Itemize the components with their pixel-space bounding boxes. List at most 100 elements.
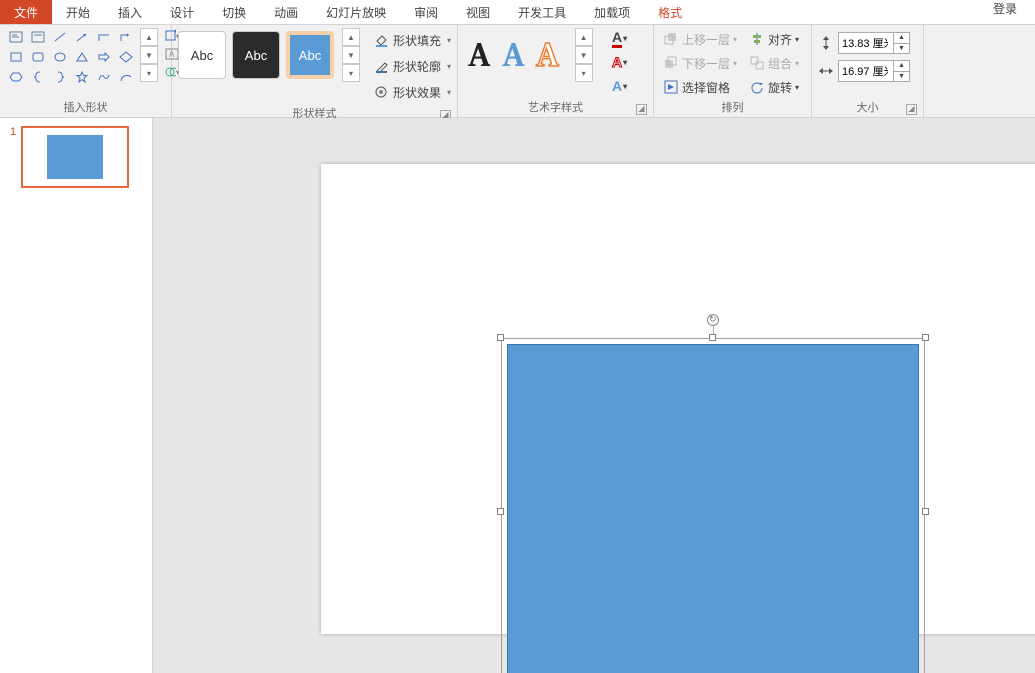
style-preset-3[interactable]: Abc — [286, 31, 334, 79]
rotate-button[interactable]: 旋转▾ — [746, 76, 802, 98]
shape-gallery[interactable] — [6, 28, 136, 86]
gallery-up-button[interactable]: ▲ — [140, 28, 158, 46]
shape-hex-icon[interactable] — [6, 68, 26, 86]
thumb-number: 1 — [10, 126, 16, 188]
wordart-gallery-down[interactable]: ▼ — [575, 46, 593, 64]
style-gallery-up[interactable]: ▲ — [342, 28, 360, 46]
size-launcher[interactable]: ◢ — [906, 104, 917, 115]
shape-rect-icon[interactable] — [6, 48, 26, 66]
group-size: ▲▼ ▲▼ 大小◢ — [812, 25, 924, 117]
shape-outline-button[interactable]: 形状轮廓▾ — [370, 54, 454, 78]
wordart-gallery-up[interactable]: ▲ — [575, 28, 593, 46]
tab-insert[interactable]: 插入 — [104, 0, 156, 24]
send-backward-button[interactable]: 下移一层▾ — [660, 52, 740, 74]
group-wordart: A A A ▲ ▼ ▾ A▾ A▾ A▾ 艺术字样式 ◢ — [458, 25, 654, 117]
wordart-preset-1[interactable]: A — [468, 31, 490, 79]
shape-elbow-arrow-icon[interactable] — [116, 28, 136, 46]
shape-oval-icon[interactable] — [50, 48, 70, 66]
tab-review[interactable]: 审阅 — [400, 0, 452, 24]
shape-freeform-icon[interactable] — [94, 68, 114, 86]
handle-middle-right[interactable] — [922, 508, 929, 515]
width-field[interactable] — [839, 61, 891, 81]
outline-pen-icon — [373, 58, 389, 74]
shape-diamond-icon[interactable] — [116, 48, 136, 66]
tab-view[interactable]: 视图 — [452, 0, 504, 24]
shape-arrow-line-icon[interactable] — [72, 28, 92, 46]
tab-slideshow[interactable]: 幻灯片放映 — [312, 0, 400, 24]
height-down[interactable]: ▼ — [894, 44, 909, 54]
group-title-shapes: 插入形状 — [6, 98, 165, 116]
height-up[interactable]: ▲ — [894, 33, 909, 44]
handle-middle-left[interactable] — [497, 508, 504, 515]
wordart-preset-3[interactable]: A — [536, 31, 558, 79]
text-fill-button[interactable]: A▾ — [609, 28, 631, 48]
shape-arc-icon[interactable] — [116, 68, 136, 86]
bring-forward-button[interactable]: 上移一层▾ — [660, 28, 740, 50]
tab-animation[interactable]: 动画 — [260, 0, 312, 24]
gallery-down-button[interactable]: ▼ — [140, 46, 158, 64]
slide-thumbnail-1[interactable]: 1 — [10, 126, 142, 188]
canvas-area[interactable] — [153, 118, 1035, 673]
rotate-handle[interactable] — [707, 314, 719, 326]
shape-lbrace-icon[interactable] — [28, 68, 48, 86]
group-icon — [749, 55, 765, 71]
rectangle-shape[interactable] — [507, 344, 919, 673]
login-link[interactable]: 登录 — [979, 0, 1031, 17]
height-field[interactable] — [839, 33, 891, 53]
shape-elbow-icon[interactable] — [94, 28, 114, 46]
tab-transition[interactable]: 切换 — [208, 0, 260, 24]
shape-star-icon[interactable] — [72, 68, 92, 86]
group-objects-button[interactable]: 组合▾ — [746, 52, 802, 74]
shape-textbox-icon[interactable] — [6, 28, 26, 46]
bring-forward-label: 上移一层 — [682, 31, 730, 48]
group-title-wordart: 艺术字样式 — [528, 102, 583, 114]
align-button[interactable]: 对齐▾ — [746, 28, 802, 50]
width-input[interactable]: ▲▼ — [838, 60, 910, 82]
shape-roundrect-icon[interactable] — [28, 48, 48, 66]
style-preset-1[interactable]: Abc — [178, 31, 226, 79]
shape-arrow-right-icon[interactable] — [94, 48, 114, 66]
gallery-more-button[interactable]: ▾ — [140, 64, 158, 82]
wordart-launcher[interactable]: ◢ — [636, 104, 647, 115]
selected-shape-container[interactable] — [501, 338, 925, 673]
width-down[interactable]: ▼ — [894, 72, 909, 82]
handle-top-left[interactable] — [497, 334, 504, 341]
ribbon: ▲ ▼ ▾ ▾ A ▾ 插入形状 Abc Abc Abc ▲ ▼ ▾ — [0, 25, 1035, 118]
send-backward-label: 下移一层 — [682, 55, 730, 72]
thumb-preview[interactable] — [21, 126, 129, 188]
tab-design[interactable]: 设计 — [156, 0, 208, 24]
text-effects-button[interactable]: A▾ — [609, 76, 631, 96]
thumbnail-pane[interactable]: 1 — [0, 118, 153, 673]
style-gallery-more[interactable]: ▾ — [342, 64, 360, 82]
tab-format[interactable]: 格式 — [644, 0, 696, 24]
selection-pane-icon — [663, 79, 679, 95]
shape-fill-button[interactable]: 形状填充▾ — [370, 28, 454, 52]
wordart-gallery-more[interactable]: ▾ — [575, 64, 593, 82]
handle-top-right[interactable] — [922, 334, 929, 341]
style-gallery-down[interactable]: ▼ — [342, 46, 360, 64]
handle-top-center[interactable] — [709, 334, 716, 341]
shape-triangle-icon[interactable] — [72, 48, 92, 66]
shape-effects-button[interactable]: 形状效果▾ — [370, 80, 454, 104]
group-title-size: 大小 — [857, 102, 879, 114]
selection-pane-button[interactable]: 选择窗格 — [660, 76, 740, 98]
wordart-preset-2[interactable]: A — [502, 31, 524, 79]
tab-addin[interactable]: 加载项 — [580, 0, 644, 24]
shape-textbox2-icon[interactable] — [28, 28, 48, 46]
text-outline-button[interactable]: A▾ — [609, 52, 631, 72]
group-shape-styles: Abc Abc Abc ▲ ▼ ▾ 形状填充▾ 形状轮廓▾ — [172, 25, 458, 117]
thumb-shape — [47, 135, 103, 179]
style-preset-2[interactable]: Abc — [232, 31, 280, 79]
rotate-label: 旋转 — [768, 79, 792, 96]
width-up[interactable]: ▲ — [894, 61, 909, 72]
height-input[interactable]: ▲▼ — [838, 32, 910, 54]
tab-file[interactable]: 文件 — [0, 0, 52, 24]
shape-outline-label: 形状轮廓 — [393, 58, 441, 75]
group-arrange: 上移一层▾ 下移一层▾ 选择窗格 对齐▾ 组合▾ 旋转▾ 排列 — [654, 25, 812, 117]
shape-rbrace-icon[interactable] — [50, 68, 70, 86]
tab-developer[interactable]: 开发工具 — [504, 0, 580, 24]
effects-icon — [373, 84, 389, 100]
tab-start[interactable]: 开始 — [52, 0, 104, 24]
shape-line-icon[interactable] — [50, 28, 70, 46]
fill-bucket-icon — [373, 32, 389, 48]
